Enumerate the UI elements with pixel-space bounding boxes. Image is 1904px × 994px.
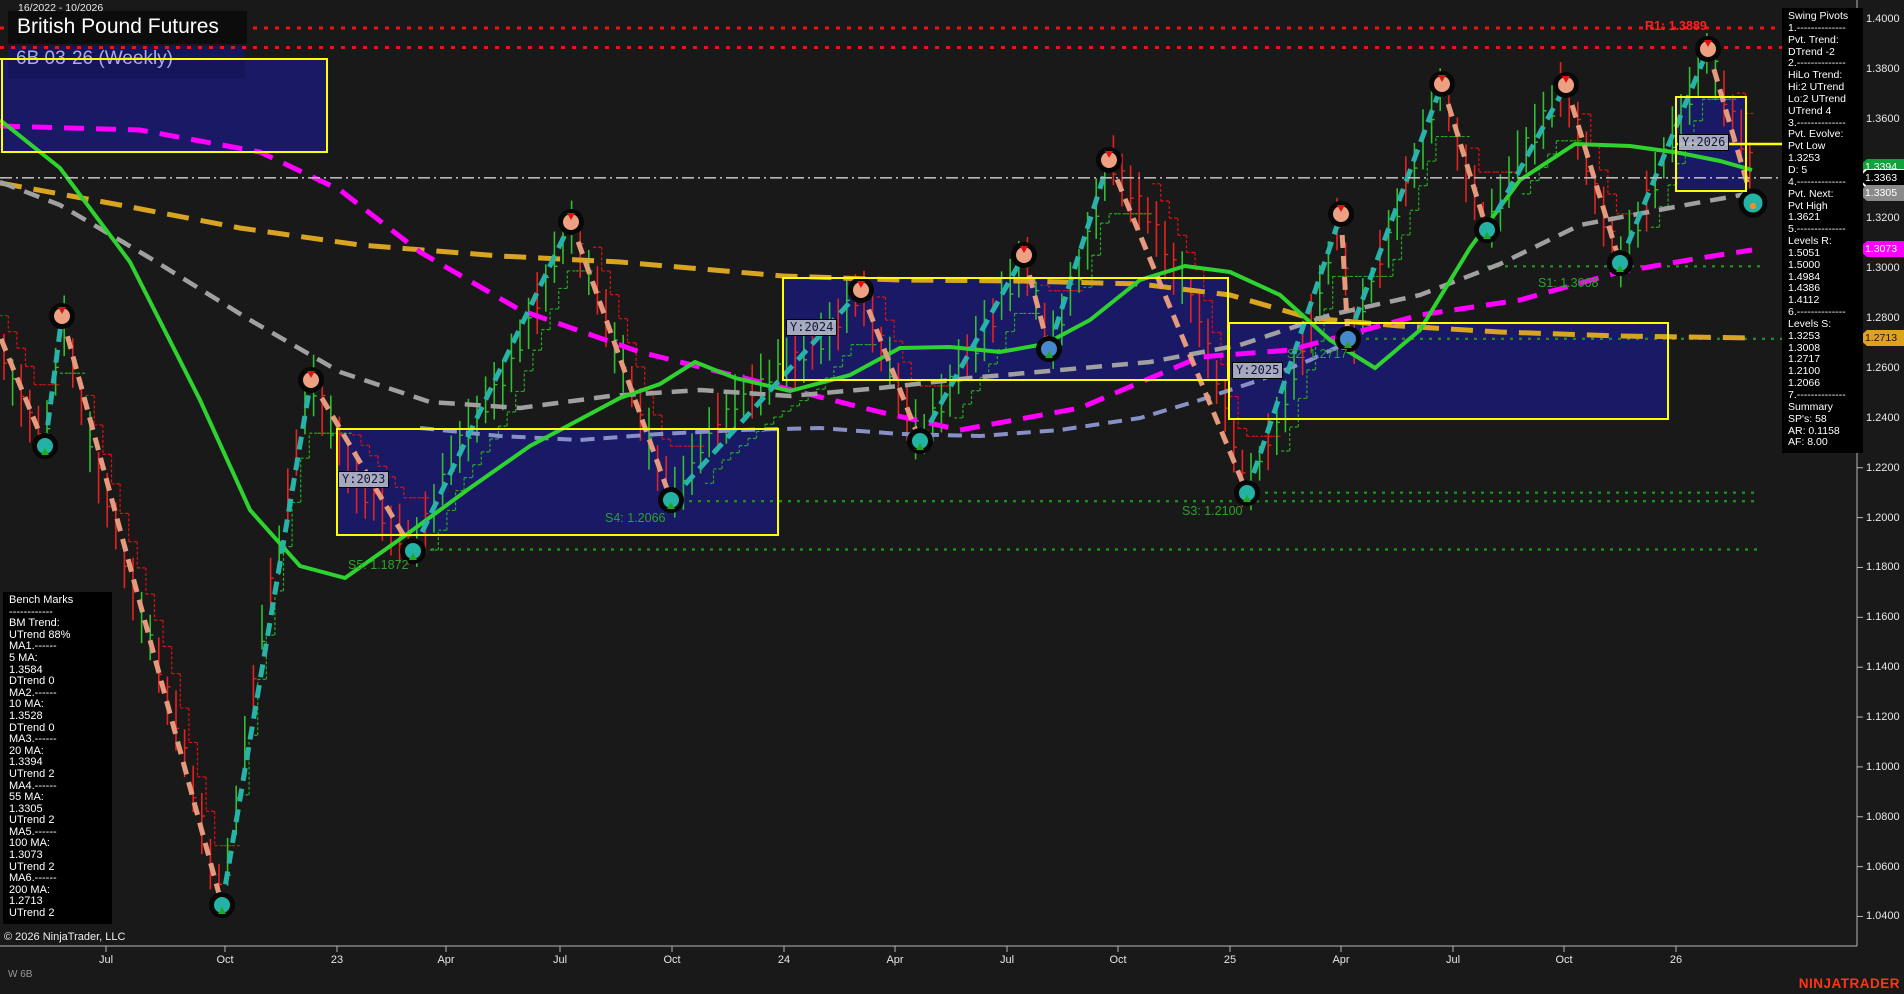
bench-marks-line: Bench Marks [9, 595, 112, 607]
swing-pivots-line: Levels S: [1788, 319, 1863, 331]
swing-pivots-line: SP's: 58 [1788, 414, 1863, 426]
swing-pivots-line: Pvt. Trend: [1788, 35, 1863, 47]
support-level-label: S5: 1.1872 [348, 558, 408, 572]
price-axis-label: 1.1000 [1866, 761, 1900, 773]
price-axis-label: 1.2800 [1866, 312, 1900, 324]
zigzag-leg [1566, 85, 1620, 263]
price-chart-canvas[interactable] [0, 0, 1904, 994]
time-axis-label: 25 [1224, 954, 1236, 966]
price-marker-tag: 1.3305 [1858, 185, 1904, 201]
price-axis-label: 1.0400 [1866, 910, 1900, 922]
current-pivot-dot-icon [1750, 203, 1756, 209]
swing-pivots-line: AF: 8.00 [1788, 437, 1863, 449]
support-level-label: S3: 1.2100 [1182, 504, 1242, 518]
price-marker-tag: 1.2713 [1858, 330, 1904, 346]
bench-marks-line: DTrend 0 [9, 676, 112, 688]
ninjatrader-logo: NINJATRADER [1799, 976, 1900, 991]
year-range-label: Y:2025 [1232, 362, 1283, 379]
chart-window: 16/2022 - 10/2026 British Pound Futures … [0, 0, 1904, 994]
year-box-top-edge [0, 58, 327, 60]
year-range-label: Y:2024 [786, 319, 837, 336]
time-axis-label: Jul [99, 954, 113, 966]
zigzag-leg [1442, 84, 1487, 230]
price-axis-label: 1.2600 [1866, 362, 1900, 374]
bench-marks-line: MA3.------ [9, 734, 112, 746]
time-axis-label: Jul [553, 954, 567, 966]
interval-symbol-label: W 6B [8, 969, 32, 980]
price-axis-label: 1.2200 [1866, 462, 1900, 474]
year-range-label: Y:2023 [338, 471, 389, 488]
time-axis-label: Oct [1555, 954, 1572, 966]
price-axis-label: 1.3200 [1866, 212, 1900, 224]
support-level-label: S4: 1.2066 [605, 511, 665, 525]
swing-pivots-line: 1.3253 [1788, 331, 1863, 343]
bench-marks-line: 5 MA: [9, 653, 112, 665]
time-axis-label: Apr [437, 954, 454, 966]
price-marker-tag: 1.3363 [1858, 170, 1904, 186]
year-range-label: Y:2026 [1678, 134, 1729, 151]
price-axis-label: 1.4000 [1866, 13, 1900, 25]
zigzag-leg [0, 300, 45, 446]
price-axis-label: 1.0800 [1866, 811, 1900, 823]
swing-pivots-line: 1.-------------- [1788, 23, 1863, 35]
swing-pivots-line: UTrend 4 [1788, 106, 1863, 118]
bench-marks-line: 55 MA: [9, 792, 112, 804]
support-level-label: S2: 1.2717 [1287, 347, 1347, 361]
price-axis-label: 1.0600 [1866, 861, 1900, 873]
year-range-box-fill [337, 429, 778, 535]
resistance-dotted-line [0, 46, 1692, 49]
bench-marks-panel: Bench Marks------------BM Trend:UTrend 8… [3, 592, 112, 924]
time-axis-label: Apr [1332, 954, 1349, 966]
swing-pivots-line: Lo:2 UTrend [1788, 94, 1863, 106]
swing-pivots-line: Pvt. Next: [1788, 189, 1863, 201]
price-axis-label: 1.1800 [1866, 561, 1900, 573]
swing-pivots-line: Summary [1788, 402, 1863, 414]
swing-pivots-panel: Swing Pivots1.--------------Pvt. Trend:D… [1782, 8, 1863, 453]
bench-marks-line: UTrend 2 [9, 769, 112, 781]
swing-pivots-line: 1.5000 [1788, 260, 1863, 272]
instrument-title[interactable]: British Pound Futures [17, 15, 219, 39]
price-axis-label: 1.3600 [1866, 113, 1900, 125]
time-axis-label: 26 [1670, 954, 1682, 966]
price-axis-label: 1.1400 [1866, 661, 1900, 673]
time-axis-label: Oct [663, 954, 680, 966]
price-marker-tag: 1.3073 [1858, 241, 1904, 257]
resistance-level-label: R1: 1.3889 [1645, 19, 1707, 33]
bench-marks-line: 1.3528 [9, 711, 112, 723]
price-axis-label: 1.2000 [1866, 512, 1900, 524]
time-axis-label: Oct [1109, 954, 1126, 966]
price-axis-label: 1.3000 [1866, 262, 1900, 274]
time-axis-label: 23 [331, 954, 343, 966]
copyright-label: © 2026 NinjaTrader, LLC [4, 931, 125, 943]
time-axis-label: Apr [886, 954, 903, 966]
price-axis-label: 1.1600 [1866, 611, 1900, 623]
time-axis-label: 24 [778, 954, 790, 966]
time-axis-label: Jul [1446, 954, 1460, 966]
price-axis-label: 1.2400 [1866, 412, 1900, 424]
swing-pivots-line: 1.5051 [1788, 248, 1863, 260]
support-level-label: S1: 1.3008 [1538, 276, 1598, 290]
price-axis-label: 1.3800 [1866, 63, 1900, 75]
time-axis-label: Jul [1000, 954, 1014, 966]
bench-marks-line: 1.3073 [9, 850, 112, 862]
swing-pivots-line: 4.-------------- [1788, 177, 1863, 189]
time-axis-label: Oct [216, 954, 233, 966]
bench-marks-line: UTrend 2 [9, 908, 112, 920]
price-axis-label: 1.1200 [1866, 711, 1900, 723]
